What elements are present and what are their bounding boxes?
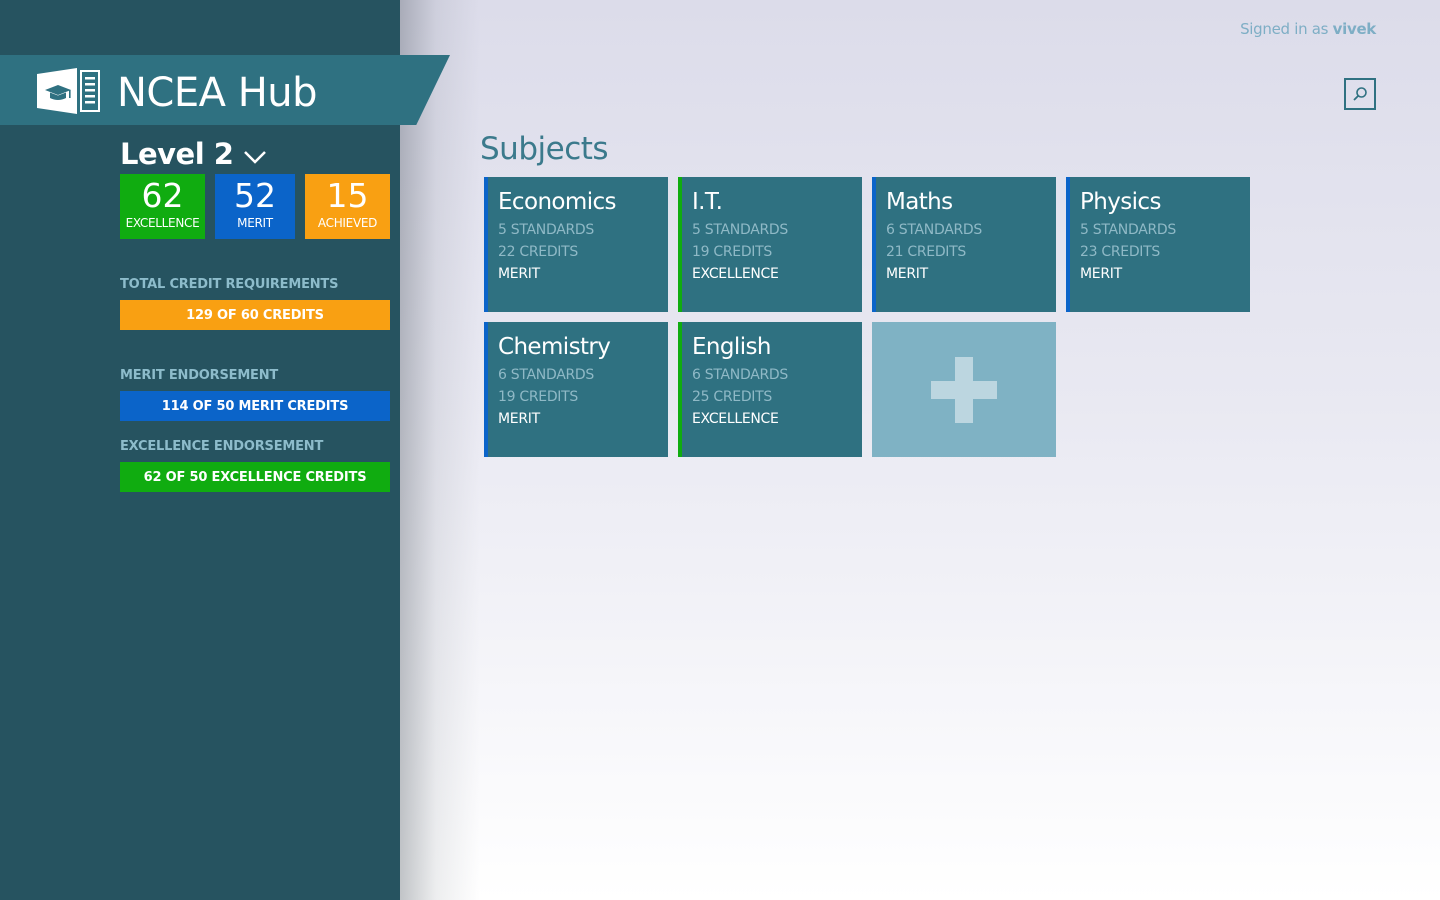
achieved-stat: 15 ACHIEVED [305, 174, 390, 239]
search-icon [1353, 87, 1367, 101]
merit-count: 52 [234, 176, 276, 215]
excellence-label: EXCELLENCE [125, 216, 200, 230]
merit-endorsement-heading: MERIT ENDORSEMENT [120, 368, 279, 383]
subject-grade: EXCELLENCE [692, 411, 779, 427]
subject-tile-physics[interactable]: Physics 5 STANDARDS 23 CREDITS MERIT [1066, 177, 1250, 312]
merit-credits-bar: 114 OF 50 MERIT CREDITS [120, 391, 390, 421]
search-button[interactable] [1344, 78, 1376, 110]
merit-stat: 52 MERIT [215, 174, 295, 239]
excellence-endorsement-heading: EXCELLENCE ENDORSEMENT [120, 439, 324, 454]
subject-credits: 21 CREDITS [886, 244, 966, 260]
signed-in-prefix: Signed in as [1240, 20, 1329, 38]
username[interactable]: vivek [1333, 20, 1377, 38]
subject-name: English [692, 334, 771, 360]
chevron-down-icon [244, 151, 267, 164]
subject-standards: 6 STANDARDS [886, 222, 982, 238]
subject-grade: MERIT [498, 266, 540, 282]
subject-credits: 19 CREDITS [498, 389, 578, 405]
achieved-label: ACHIEVED [317, 216, 378, 230]
subject-grade: EXCELLENCE [692, 266, 779, 282]
subject-credits: 22 CREDITS [498, 244, 578, 260]
subject-credits: 19 CREDITS [692, 244, 772, 260]
graduation-cap-document-icon [37, 68, 100, 114]
subject-standards: 5 STANDARDS [498, 222, 594, 238]
total-credits-bar: 129 OF 60 CREDITS [120, 300, 390, 330]
excellence-credits-bar: 62 OF 50 EXCELLENCE CREDITS [120, 462, 390, 492]
level-label: Level 2 [120, 137, 234, 171]
app-title: NCEA Hub [117, 70, 318, 116]
subject-standards: 6 STANDARDS [498, 367, 594, 383]
signed-in-status: Signed in as vivek [1240, 20, 1376, 38]
subject-name: Economics [498, 189, 617, 215]
subject-name: Chemistry [498, 334, 611, 360]
app-window: NCEA Hub Level 2 62 EXCELLENCE 52 MERIT … [0, 0, 1440, 900]
subject-credits: 23 CREDITS [1080, 244, 1160, 260]
subject-grade: MERIT [886, 266, 928, 282]
level-selector[interactable]: Level 2 [120, 134, 267, 174]
subject-tile-maths[interactable]: Maths 6 STANDARDS 21 CREDITS MERIT [872, 177, 1056, 312]
subject-name: Physics [1080, 189, 1161, 215]
subject-tile-chemistry[interactable]: Chemistry 6 STANDARDS 19 CREDITS MERIT [484, 322, 668, 457]
excellence-count: 62 [141, 176, 184, 215]
excellence-stat: 62 EXCELLENCE [120, 174, 205, 239]
plus-icon [931, 356, 997, 423]
subject-name: Maths [886, 189, 953, 215]
subject-tile-economics[interactable]: Economics 5 STANDARDS 22 CREDITS MERIT [484, 177, 668, 312]
subject-tile-it[interactable]: I.T. 5 STANDARDS 19 CREDITS EXCELLENCE [678, 177, 862, 312]
subject-tile-english[interactable]: English 6 STANDARDS 25 CREDITS EXCELLENC… [678, 322, 862, 457]
subject-grade: MERIT [498, 411, 540, 427]
subjects-heading: Subjects [480, 131, 609, 167]
total-credit-requirements-heading: TOTAL CREDIT REQUIREMENTS [120, 277, 339, 292]
add-subject-button[interactable] [872, 322, 1056, 457]
subject-name: I.T. [692, 189, 723, 215]
achieved-count: 15 [326, 176, 369, 215]
subject-grade: MERIT [1080, 266, 1122, 282]
sidebar-shadow [400, 0, 480, 900]
subject-standards: 6 STANDARDS [692, 367, 788, 383]
subject-standards: 5 STANDARDS [692, 222, 788, 238]
subject-credits: 25 CREDITS [692, 389, 772, 405]
merit-label: MERIT [237, 216, 273, 230]
subject-standards: 5 STANDARDS [1080, 222, 1176, 238]
